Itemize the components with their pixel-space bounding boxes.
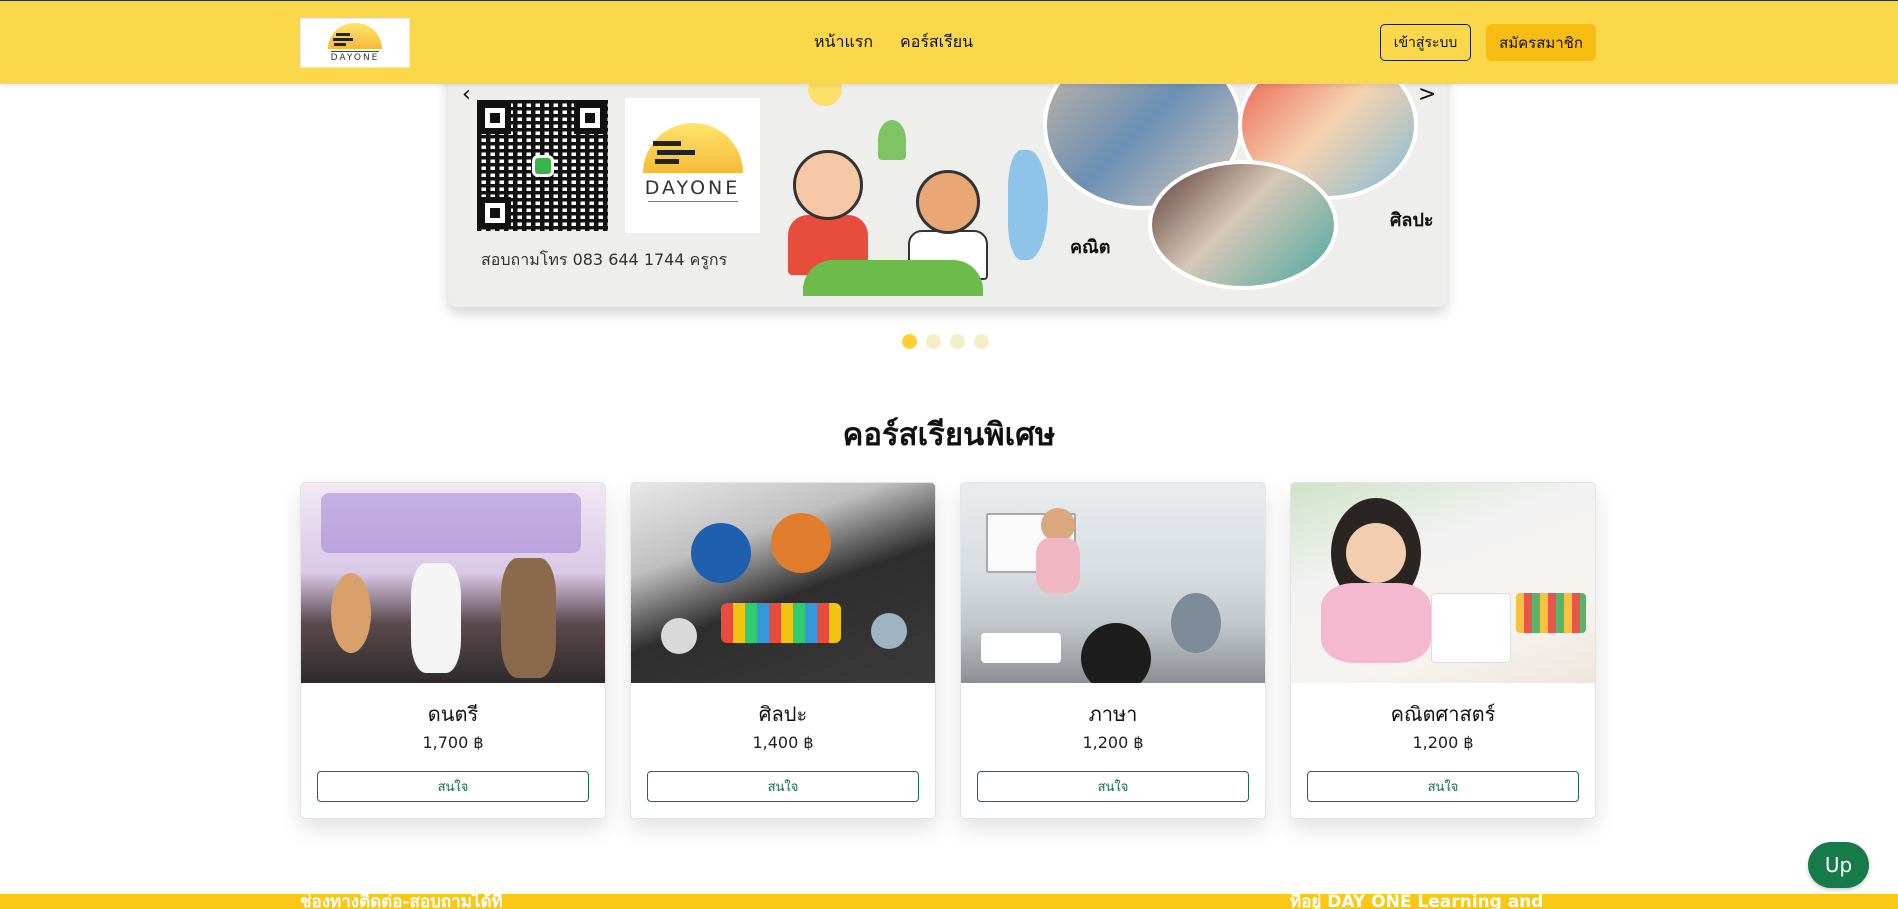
carousel-dot-1[interactable]	[902, 334, 917, 349]
course-price: 1,200 ฿	[1082, 733, 1144, 752]
contact-phone-text: สอบถามโทร 083 644 1744 ครูกร	[481, 250, 728, 269]
banner-label-math: คณิต	[1070, 237, 1111, 258]
course-title: ภาษา	[1088, 702, 1138, 726]
course-card-math[interactable]: คณิตศาสตร์ 1,200 ฿ สนใจ	[1290, 482, 1596, 819]
carousel-dot-4[interactable]	[974, 334, 989, 349]
hero-carousel[interactable]: DAYONE สอบถามโทร 083 644 1744 ครูกร ภาษา…	[448, 60, 1447, 307]
footer-contact-heading: ช่องทางติดต่อ-สอบถามได้ที่	[300, 894, 503, 909]
course-image-art	[631, 483, 935, 683]
course-title: คณิตศาสตร์	[1390, 702, 1496, 726]
girl-face-drawing	[793, 150, 863, 220]
course-price: 1,400 ฿	[752, 733, 814, 752]
course-image-language	[961, 483, 1265, 683]
course-price: 1,200 ฿	[1412, 733, 1474, 752]
interest-button[interactable]: สนใจ	[317, 771, 589, 802]
course-card-list: ดนตรี 1,700 ฿ สนใจ ศิลปะ 1,400 ฿ สนใจ ภา…	[300, 482, 1597, 819]
banner-logo-underline	[647, 201, 738, 208]
nav-home-link[interactable]: หน้าแรก	[814, 30, 873, 55]
interest-button[interactable]: สนใจ	[1307, 771, 1579, 802]
carousel-dot-3[interactable]	[950, 334, 965, 349]
carousel-prev-icon[interactable]: ‹	[462, 82, 471, 107]
bush-drawing	[803, 260, 983, 296]
photo-math-class	[1148, 160, 1338, 290]
banner-label-art: ศิลปะ	[1390, 210, 1434, 231]
sun-logo-icon	[328, 23, 382, 49]
course-card-language[interactable]: ภาษา 1,200 ฿ สนใจ	[960, 482, 1266, 819]
section-title: คอร์สเรียนพิเศษ	[842, 417, 1056, 453]
boy-face-drawing	[916, 170, 980, 234]
login-button[interactable]: เข้าสู่ระบบ	[1380, 24, 1471, 61]
logo-text: DAYONE	[330, 51, 380, 63]
course-card-art[interactable]: ศิลปะ 1,400 ฿ สนใจ	[630, 482, 936, 819]
course-image-music	[301, 483, 605, 683]
blue-paint-blob	[1008, 150, 1048, 260]
banner-logo-text: DAYONE	[644, 177, 741, 199]
carousel-next-icon[interactable]: >	[1418, 82, 1436, 107]
site-logo[interactable]: DAYONE	[300, 18, 410, 68]
carousel-dot-2[interactable]	[926, 334, 941, 349]
interest-button[interactable]: สนใจ	[647, 771, 919, 802]
footer-address-heading: ที่อยู่ DAY ONE Learning and	[1290, 894, 1544, 909]
course-title: ศิลปะ	[758, 702, 808, 726]
course-price: 1,700 ฿	[422, 733, 484, 752]
carousel-indicators	[902, 334, 989, 349]
nav-courses-link[interactable]: คอร์สเรียน	[900, 30, 973, 55]
plant-drawing	[878, 120, 906, 160]
site-footer: ช่องทางติดต่อ-สอบถามได้ที่ ที่อยู่ DAY O…	[0, 894, 1898, 909]
line-qr-code	[477, 100, 608, 231]
banner-logo: DAYONE	[625, 98, 760, 233]
course-title: ดนตรี	[427, 702, 479, 726]
line-icon	[532, 155, 554, 177]
interest-button[interactable]: สนใจ	[977, 771, 1249, 802]
register-button[interactable]: สมัครสมาชิก	[1486, 24, 1596, 61]
site-header: DAYONE หน้าแรก คอร์สเรียน เข้าสู่ระบบ สม…	[0, 0, 1898, 84]
course-card-music[interactable]: ดนตรี 1,700 ฿ สนใจ	[300, 482, 606, 819]
scroll-to-top-button[interactable]: Up	[1808, 842, 1869, 888]
course-image-math	[1291, 483, 1595, 683]
sun-logo-icon	[642, 123, 743, 173]
